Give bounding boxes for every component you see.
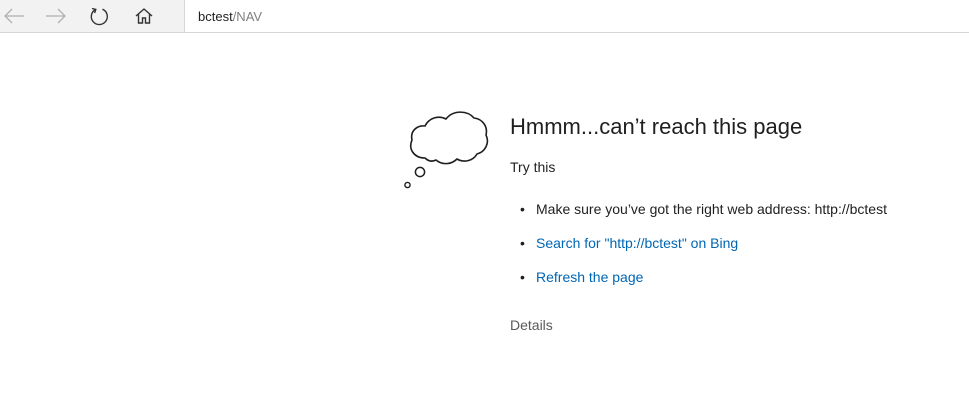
try-this-label: Try this — [510, 159, 556, 175]
address-bar[interactable]: bctest/NAV — [184, 0, 969, 32]
thought-cloud-icon — [400, 104, 492, 190]
list-item: • Refresh the page — [520, 264, 887, 298]
error-title: Hmmm...can’t reach this page — [510, 114, 803, 139]
address-host: bctest — [198, 8, 233, 24]
browser-toolbar: bctest/NAV — [0, 0, 969, 33]
bullet-icon: • — [520, 235, 525, 251]
refresh-page-link[interactable]: Refresh the page — [536, 269, 643, 285]
home-icon — [135, 8, 153, 24]
refresh-icon — [89, 6, 109, 26]
refresh-button[interactable] — [79, 0, 119, 32]
address-path: /NAV — [232, 8, 263, 24]
arrow-right-icon — [45, 8, 67, 24]
bullet-icon: • — [520, 269, 525, 285]
arrow-left-icon — [3, 8, 25, 24]
suggestion-list: • Make sure you’ve got the right web add… — [520, 196, 887, 298]
home-button[interactable] — [124, 0, 164, 32]
list-item: • Make sure you’ve got the right web add… — [520, 196, 887, 230]
forward-button[interactable] — [36, 0, 76, 32]
bullet-icon: • — [520, 201, 525, 217]
search-bing-link[interactable]: Search for "http://bctest" on Bing — [536, 235, 738, 251]
suggestion-address-text: Make sure you’ve got the right web addre… — [536, 201, 887, 217]
details-toggle[interactable]: Details — [510, 317, 553, 333]
list-item: • Search for "http://bctest" on Bing — [520, 230, 887, 264]
back-button[interactable] — [0, 0, 34, 32]
